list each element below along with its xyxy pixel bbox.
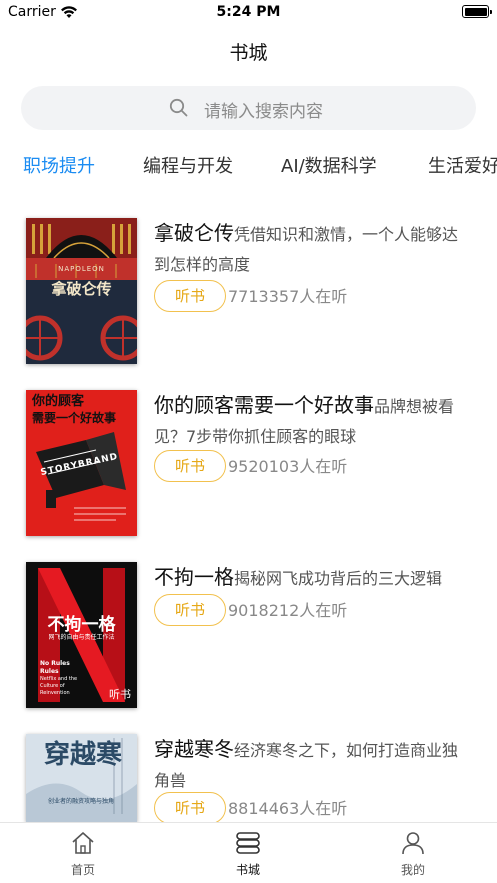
listen-button[interactable]: 听书 (154, 450, 226, 482)
book-cover[interactable]: 穿越寒 创业者的融资攻略与独角 (26, 734, 137, 822)
tab-lifestyle[interactable]: 生活爱好 (428, 152, 497, 178)
book-cover[interactable]: 你的顾客 需要一个好故事 STORYBRAND (26, 390, 137, 536)
home-icon (70, 832, 96, 859)
tab-profile-label: 我的 (400, 863, 425, 877)
book-info: 不拘一格揭秘网飞成功背后的三大逻辑 (154, 562, 469, 594)
profile-icon (400, 832, 426, 859)
cover-title-line1: 你的顾客 (32, 394, 85, 409)
status-time: 5:24 PM (216, 4, 281, 20)
listen-button[interactable]: 听书 (154, 280, 226, 312)
bookstore-icon (235, 832, 261, 859)
bottom-tab-bar: 首页 书城 我的 (0, 822, 497, 883)
listen-button[interactable]: 听书 (154, 792, 226, 824)
cover-title: 拿破仑传 (51, 280, 112, 298)
book-info: 拿破仑传凭借知识和激情，一个人能够达到怎样的高度 (154, 218, 469, 280)
battery-icon (462, 5, 492, 18)
book-cover[interactable]: NAPOLEON 拿破仑传 (26, 218, 137, 364)
page-title: 书城 (229, 42, 268, 64)
cover-en-line3: Netflix and the Culture of Reinvention (40, 676, 78, 696)
cover-subtitle: 网飞的自由与责任工作法 (48, 634, 115, 641)
tab-career[interactable]: 职场提升 (23, 152, 95, 178)
listener-count: 7713357人在听 (228, 287, 348, 306)
cover-title: 穿越寒 (44, 740, 123, 770)
book-title[interactable]: 穿越寒冬 (154, 737, 234, 761)
category-tabs: 职场提升 编程与开发 AI/数据科学 生活爱好 (0, 152, 497, 182)
book-cover[interactable]: 不拘一格 网飞的自由与责任工作法 No Rules Rules Netflix … (26, 562, 137, 708)
book-description: 揭秘网飞成功背后的三大逻辑 (234, 569, 443, 588)
status-bar: Carrier 5:24 PM (0, 0, 497, 26)
listener-count: 9018212人在听 (228, 601, 348, 620)
cover-en-line2: Rules (40, 668, 59, 675)
book-info: 穿越寒冬经济寒冬之下，如何打造商业独角兽 (154, 734, 469, 796)
tab-bookstore[interactable]: 书城 (208, 831, 288, 878)
book-title[interactable]: 不拘一格 (154, 565, 234, 589)
listen-button[interactable]: 听书 (154, 594, 226, 626)
tab-programming[interactable]: 编程与开发 (143, 152, 233, 178)
tab-home-label: 首页 (70, 863, 95, 877)
cover-en-line1: No Rules (40, 660, 70, 667)
search-placeholder: 请输入搜索内容 (204, 102, 323, 122)
tab-bookstore-label: 书城 (235, 863, 260, 877)
book-title[interactable]: 拿破仑传 (154, 221, 234, 245)
tab-profile[interactable]: 我的 (373, 831, 453, 878)
cover-top-text: NAPOLEON (58, 265, 105, 273)
cover-title-line2: 需要一个好故事 (32, 411, 117, 425)
cover-subtitle: 创业者的融资攻略与独角 (48, 798, 115, 805)
search-icon (169, 98, 189, 122)
book-title[interactable]: 你的顾客需要一个好故事 (154, 393, 374, 417)
tab-ai-data-science[interactable]: AI/数据科学 (281, 152, 377, 178)
tab-home[interactable]: 首页 (43, 831, 123, 878)
book-info: 你的顾客需要一个好故事品牌想被看见？7步带你抓住顾客的眼球 (154, 390, 469, 452)
listener-count: 9520103人在听 (228, 457, 348, 476)
search-bar[interactable]: 请输入搜索内容 (21, 86, 476, 130)
cover-listen-badge: 听书 (109, 688, 131, 701)
listener-count: 8814463人在听 (228, 799, 348, 818)
